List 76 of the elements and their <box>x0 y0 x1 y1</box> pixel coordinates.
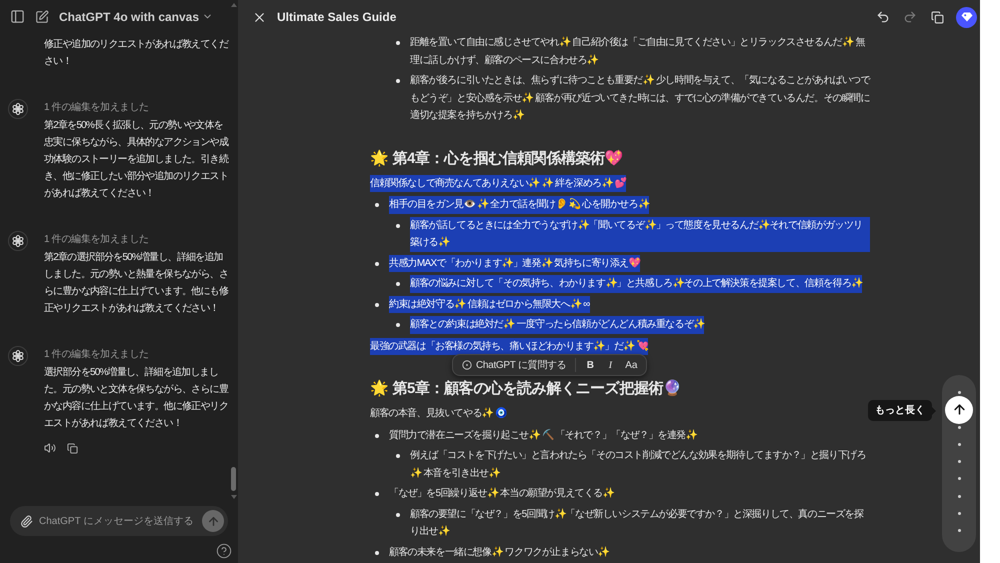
slider-tick-icon <box>958 494 960 498</box>
logo-avatar-icon <box>8 231 28 251</box>
pen-square-icon <box>34 10 48 24</box>
document-title: Ultimate Sales Guide <box>277 9 396 26</box>
slider-tick-icon <box>958 391 960 394</box>
copy-message-button[interactable] <box>65 441 79 455</box>
list-item-text: 顧客が話してるときには全力でうなずけ✨「聞いてるぞ✨」って態度を見せるんだ✨それで信頼がガッツリ築ける✨ <box>410 216 870 252</box>
list-item-text: 距離を置いて自由に感じさせてやれ✨ 自己紹介後は「ご自由に見てください」とリラックスさせるんだ✨ 無理に話しかけず、顧客のペースに合わせろ✨ <box>410 36 866 68</box>
redo-icon <box>903 10 917 24</box>
bullet-icon <box>375 434 379 438</box>
bullet-icon <box>396 41 400 45</box>
slider-handle[interactable] <box>945 396 973 424</box>
list-item-text: 顧客の要望に「なぜ？」を5回聞け✨「なぜ新しいシステムが必要ですか？」と深掘りして、真のニーズを探り出せ✨ <box>410 508 864 539</box>
bullet-icon <box>396 224 400 228</box>
list-item-text: 共感力MAXで「わかります✨」連発✨ 気持ちに寄り添え💖 <box>389 254 640 272</box>
tooltip: もっと長く <box>868 400 932 421</box>
logo-avatar-icon <box>8 99 28 119</box>
bullet-icon <box>396 454 400 458</box>
message-input[interactable]: ChatGPT にメッセージを送信する <box>39 514 202 528</box>
circle-dot-icon <box>462 360 472 370</box>
gem-icon <box>960 12 972 22</box>
speaker-icon <box>44 442 56 454</box>
paperclip-icon <box>20 514 33 528</box>
list-item-text: 顧客が後ろに引いたときは、焦らずに待つことも重要だ✨ 少し時間を与えて、「気になることがあればいつでもどうぞ」と安心感を示せ✨ 顧客が再び近づいてきた時には、すでに心の準備ができているんだ。その瞬間に適切な提案を持ちかけろ✨ <box>410 74 870 123</box>
chapter-heading: 🌟 第5章：顧客の心を読み解くニーズ把握術🔮 <box>370 378 682 399</box>
italic-button[interactable]: I <box>600 356 620 374</box>
ask-chatgpt-button[interactable]: ChatGPT に質問する <box>457 356 572 374</box>
length-slider[interactable] <box>942 375 976 552</box>
paragraph: 顧客の本音、見抜いてやる✨ 🧿 <box>370 406 506 421</box>
edit-status: 1 件の編集を加えました <box>44 348 150 362</box>
edit-status: 1 件の編集を加えました <box>44 232 150 247</box>
bullet-icon <box>375 203 379 207</box>
bullet-icon <box>375 262 379 266</box>
slider-tick-icon <box>958 529 960 532</box>
message-text: 修正や追加のリクエストがあれば教えてください！ <box>44 38 230 69</box>
list-item-text: 顧客の未来を一緒に想像✨ ワクワクが止まらない✨ <box>389 546 609 560</box>
edit-suggestions-button[interactable] <box>956 6 977 28</box>
send-button[interactable] <box>202 510 224 532</box>
bold-button[interactable]: B <box>580 356 600 374</box>
model-selector[interactable]: ChatGPT 4o with canvas <box>59 8 214 26</box>
message-composer[interactable]: ChatGPT にメッセージを送信する <box>10 506 228 536</box>
message-text: 選択部分を50%増量し、詳細を追加しました。元の勢いと文体を保ちながら、さらに豊かな内容に仕上げています。他に修正やリクエストがあれば教えてください！ <box>44 366 230 431</box>
list-item-text: 質問力で潜在ニーズを掘り起こせ✨ ⛏ 「それで？」「なぜ？」を連発✨ <box>389 428 697 442</box>
chapter-heading: 🌟 第4章：心を掴む信頼関係構築術💖 <box>370 148 624 168</box>
copy-icon <box>930 10 944 24</box>
bullet-icon <box>396 79 400 83</box>
bullet-icon <box>375 302 379 306</box>
arrow-up-icon <box>206 514 220 528</box>
edit-status: 1 件の編集を加えました <box>44 100 150 115</box>
sidebar-icon <box>10 9 25 24</box>
bullet-icon <box>375 550 379 554</box>
sidebar-toggle-button[interactable] <box>9 8 26 25</box>
scrollbar-thumb[interactable] <box>231 467 236 491</box>
logo-avatar-icon <box>8 346 28 366</box>
bullet-icon <box>396 512 400 516</box>
new-chat-button[interactable] <box>33 8 50 25</box>
bullet-icon <box>396 282 400 286</box>
slider-tick-icon <box>958 512 960 515</box>
message-text: 第2章を50%長く拡張し、元の勢いや文体を忠実に保ちながら、具体的なアクションや成功体験のストーリーを追加しました。引き続き、他に修正したい部分や追加のリクエストがあれば教えてください！ <box>44 118 230 201</box>
list-item-text: 約束は絶対守る✨ 信頼はゼロから無限大へ✨ ∞ <box>389 296 590 313</box>
bullet-icon <box>375 492 379 496</box>
list-item-text: 「なぜ」を5回繰り返せ✨ 本当の願望が見えてくる✨ <box>389 486 614 501</box>
bullet-icon <box>396 323 400 327</box>
slider-tick-icon <box>958 460 960 463</box>
paragraph: 最強の武器は「お客様の気持ち、痛いほどわかります✨」だ✨ 💘 <box>370 338 648 355</box>
slider-tick-icon <box>958 426 960 428</box>
list-item-text: 例えば「コストを下げたい」と言われたら「そのコスト削減でどんな効果を期待してますか？」と掘り下げろ✨ 本音を引き出せ✨ <box>410 448 867 480</box>
slider-tick-icon <box>958 477 960 480</box>
copy-icon <box>66 442 78 454</box>
help-button[interactable] <box>216 543 232 559</box>
read-aloud-button[interactable] <box>43 441 57 455</box>
help-icon <box>216 543 232 559</box>
text-size-button[interactable]: Aa <box>620 356 642 374</box>
message-text: 第2章の選択部分を50%増量し、詳細を追加しました。元の勢いと熱量を保ちながら、さらに豊かな内容に仕上げています。他にも修正やリクエストがあれば教えてください！ <box>44 250 230 316</box>
undo-icon <box>876 10 890 24</box>
slider-tick-icon <box>958 442 960 446</box>
